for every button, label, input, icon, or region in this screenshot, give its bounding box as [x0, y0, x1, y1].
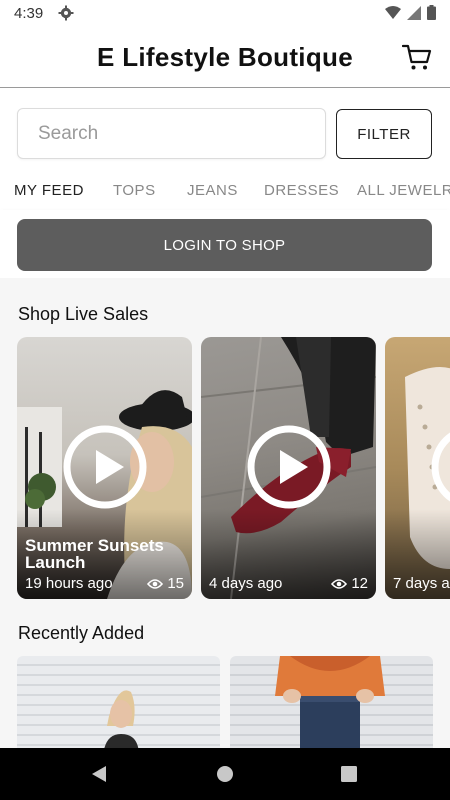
play-icon: [431, 432, 450, 502]
eye-icon: [331, 578, 348, 589]
eye-icon: [147, 578, 164, 589]
tab-my-feed[interactable]: MY FEED: [14, 182, 84, 199]
live-sale-card[interactable]: Summer Sunsets Launch 19 hours ago 15: [17, 337, 192, 599]
live-sale-card[interactable]: 4 days ago 12: [201, 337, 376, 599]
search-input[interactable]: Search: [17, 108, 326, 159]
tab-jeans[interactable]: JEANS: [187, 182, 238, 199]
app-title: E Lifestyle Boutique: [97, 42, 353, 72]
live-sale-time: 4 days ago: [209, 575, 283, 592]
shopping-cart-icon: [401, 44, 432, 70]
live-sale-title: Summer Sunsets Launch: [25, 536, 164, 572]
view-count: 15: [167, 575, 184, 592]
cart-button[interactable]: [401, 43, 432, 71]
product-thumbnail: [104, 690, 139, 748]
status-time: 4:39: [14, 5, 44, 22]
live-sale-card[interactable]: 7 days ago: [385, 337, 450, 599]
product-card[interactable]: [17, 656, 220, 748]
play-icon: [247, 425, 331, 509]
product-card[interactable]: [230, 656, 433, 748]
tab-all-jewelry[interactable]: ALL JEWELRY: [357, 182, 450, 199]
live-sale-views: 15: [147, 575, 184, 592]
recent-apps-icon[interactable]: [341, 766, 357, 782]
battery-icon: [427, 5, 436, 25]
feed-content: Shop Live Sales Summer Sunsets Launch 19…: [0, 278, 450, 748]
login-banner: LOGIN TO SHOP: [0, 210, 450, 278]
wifi-icon: [385, 5, 401, 25]
tab-dresses[interactable]: DRESSES: [264, 182, 339, 199]
search-row: Search FILTER: [0, 108, 450, 160]
live-sale-views: 12: [331, 575, 368, 592]
filter-button[interactable]: FILTER: [336, 109, 432, 159]
play-icon: [63, 425, 147, 509]
settings-gear-icon: [58, 5, 74, 26]
system-nav-bar: [0, 748, 450, 800]
cell-signal-icon: [407, 5, 421, 25]
status-bar: 4:39: [0, 0, 450, 28]
recently-added-heading: Recently Added: [18, 623, 145, 643]
view-count: 12: [351, 575, 368, 592]
search-placeholder: Search: [38, 123, 99, 144]
home-icon[interactable]: [216, 765, 234, 783]
product-thumbnail: [275, 656, 385, 748]
live-sales-heading: Shop Live Sales: [18, 304, 149, 324]
tab-tops[interactable]: TOPS: [113, 182, 156, 199]
live-sale-time: 19 hours ago: [25, 575, 113, 592]
login-to-shop-button[interactable]: LOGIN TO SHOP: [17, 219, 432, 271]
back-icon[interactable]: [90, 765, 108, 783]
app-header: E Lifestyle Boutique: [0, 28, 450, 88]
live-sale-time: 7 days ago: [393, 575, 450, 592]
